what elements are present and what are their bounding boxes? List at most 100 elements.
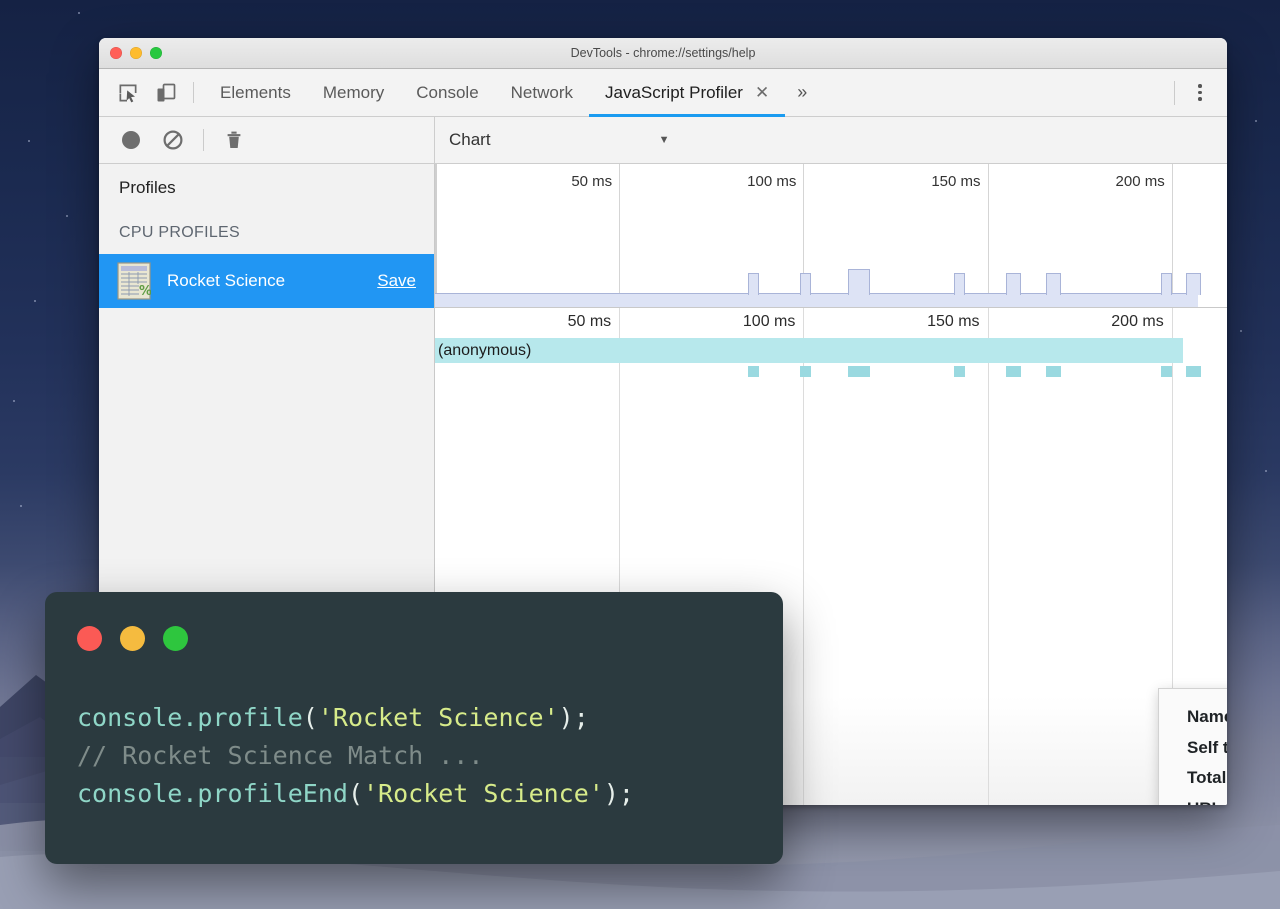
code-token-ident: console [77, 703, 183, 732]
tab-elements[interactable]: Elements [204, 69, 307, 116]
view-mode-select[interactable]: Chart ▼ [449, 130, 669, 150]
close-window-button[interactable] [77, 626, 102, 651]
tooltip-key: Total time [1187, 768, 1227, 787]
cpu-activity-spike [1046, 273, 1062, 295]
zoom-window-button[interactable] [150, 47, 162, 59]
star [20, 505, 22, 507]
code-line: // Rocket Science Match ... [77, 737, 783, 775]
flame-tick-label: 200 ms [1111, 313, 1164, 330]
code-line: console.profileEnd('Rocket Science'); [77, 775, 783, 813]
code-token-punct: ( [302, 703, 318, 732]
device-toolbar-icon[interactable] [153, 80, 179, 106]
flame-gridline [987, 308, 989, 805]
close-window-button[interactable] [110, 47, 122, 59]
flame-frame-label: (anonymous) [438, 341, 532, 359]
cpu-activity-spike [748, 273, 760, 295]
code-snippet-body: console.profile('Rocket Science');// Roc… [45, 651, 783, 813]
save-profile-link[interactable]: Save [377, 271, 416, 291]
tabstrip-right-controls [1174, 69, 1227, 116]
toolbar-divider [193, 82, 194, 103]
flame-frame-tooltip: Name(anonymous)Self time177.5 msTotal ti… [1158, 688, 1227, 805]
code-token-string: 'Rocket Science' [317, 703, 559, 732]
cpu-overview-chart[interactable]: 50 ms 100 ms 150 ms 200 ms [435, 164, 1227, 308]
profiler-toolbar: Chart ▼ [99, 117, 1227, 164]
tooltip-row: Total time188.9 ms [1159, 763, 1227, 794]
chevron-double-right-icon[interactable]: » [785, 69, 819, 116]
devtools-tool-icons [99, 69, 193, 116]
window-traffic-lights [99, 47, 162, 59]
profiler-toolbar-left [99, 117, 435, 163]
tab-network[interactable]: Network [495, 69, 589, 116]
code-token-ident: console [77, 779, 183, 808]
tab-javascript-profiler[interactable]: JavaScript Profiler ✕ [589, 69, 786, 117]
flame-frame[interactable]: (anonymous) [435, 338, 1183, 363]
code-card-traffic-lights [45, 592, 783, 651]
clear-recording-button[interactable] [159, 126, 187, 154]
toolbar-divider [1174, 80, 1175, 105]
code-token-ident: profile [197, 703, 303, 732]
code-token-string: 'Rocket Science' [363, 779, 604, 808]
cpu-activity-spike [1005, 273, 1021, 295]
code-token-punct: ; [618, 779, 634, 808]
cpu-activity-bars [435, 265, 1227, 307]
more-options-menu-icon[interactable] [1187, 80, 1213, 106]
tooltip-row: Name(anonymous) [1159, 702, 1227, 733]
flame-tick-label: 150 ms [927, 313, 980, 330]
code-token-comment: // Rocket Science Match ... [77, 741, 484, 770]
code-token-punct: ) [558, 703, 574, 732]
cpu-activity-spike [1186, 273, 1202, 295]
zoom-window-button[interactable] [163, 626, 188, 651]
cpu-activity-spike [847, 269, 870, 295]
code-token-ident: . [182, 779, 198, 808]
star [1255, 120, 1257, 122]
tab-label: Memory [322, 82, 385, 102]
star [34, 300, 36, 302]
devtools-tabstrip: Elements Memory Console Network JavaScri… [99, 69, 1227, 117]
tab-memory[interactable]: Memory [307, 69, 400, 116]
devtools-tabs: Elements Memory Console Network JavaScri… [204, 69, 819, 117]
code-token-ident: profileEnd [197, 779, 348, 808]
tooltip-row: URLVM354:1 [1159, 794, 1227, 806]
delete-profile-button[interactable] [220, 126, 248, 154]
flame-chart-ruler: 50 ms 100 ms 150 ms 200 ms [435, 308, 1227, 338]
tab-label: JavaScript Profiler [605, 82, 743, 102]
flame-frame[interactable] [1046, 366, 1062, 377]
flame-frame[interactable] [1186, 366, 1202, 377]
flame-frame[interactable] [1005, 366, 1021, 377]
star [1240, 330, 1242, 332]
code-token-punct: ( [347, 779, 363, 808]
code-snippet-card: console.profile('Rocket Science');// Roc… [45, 592, 783, 864]
tab-label: Elements [220, 82, 291, 102]
profile-name: Rocket Science [167, 271, 286, 290]
star [1265, 470, 1267, 472]
flame-frame[interactable] [954, 366, 966, 377]
sidebar-title: Profiles [119, 178, 176, 197]
sidebar-section-cpu-profiles: CPU PROFILES [119, 224, 240, 241]
view-mode-value: Chart [449, 130, 491, 149]
code-token-ident: . [182, 703, 198, 732]
code-line: console.profile('Rocket Science'); [77, 699, 783, 737]
close-icon[interactable]: ✕ [755, 84, 769, 101]
flame-frame[interactable] [799, 366, 811, 377]
minimize-window-button[interactable] [130, 47, 142, 59]
star [66, 215, 68, 217]
overview-tick-label: 100 ms [747, 173, 797, 190]
tooltip-key: URL [1187, 794, 1227, 806]
cpu-baseline [435, 293, 1198, 307]
record-button[interactable] [117, 126, 145, 154]
cpu-activity-spike [799, 273, 811, 295]
star [13, 400, 15, 402]
profile-document-icon: % [117, 262, 152, 300]
cpu-activity-spike [954, 273, 966, 295]
toolbar-divider [203, 129, 204, 151]
minimize-window-button[interactable] [120, 626, 145, 651]
inspect-element-icon[interactable] [115, 80, 141, 106]
flame-frame[interactable] [1160, 366, 1172, 377]
profiler-toolbar-right: Chart ▼ [435, 117, 1227, 163]
profile-list-item-rocket-science[interactable]: % Rocket Science Save [99, 254, 434, 308]
tab-label: Console [416, 82, 479, 102]
tooltip-key: Self time [1187, 737, 1227, 757]
flame-frame[interactable] [847, 366, 870, 377]
flame-frame[interactable] [748, 366, 760, 377]
tab-console[interactable]: Console [400, 69, 494, 116]
